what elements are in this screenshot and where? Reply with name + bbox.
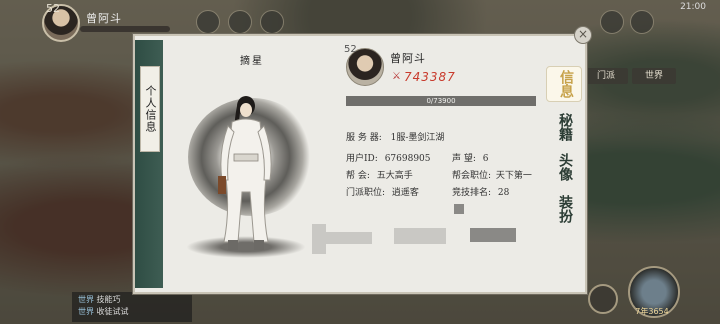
profile-name: 曾阿斗 [390, 52, 426, 65]
redacted-block [470, 228, 516, 242]
redacted-block [312, 224, 326, 254]
clock: 21:00 [680, 2, 706, 12]
tab-personal-info[interactable]: 个人信息 [140, 66, 160, 152]
redacted-block [326, 232, 372, 244]
info-guild: 帮 会: 五大高手 [346, 171, 413, 181]
chat-box[interactable]: 世界 技能巧 世界 收徒试试 [72, 292, 192, 322]
chat-line: 世界 技能巧 [78, 295, 121, 304]
top-menu-icon[interactable] [600, 10, 624, 34]
player-name: 曾阿斗 [86, 12, 122, 25]
chat-line: 世界 收徒试试 [78, 307, 129, 316]
tab-secret-manual[interactable]: 秘籍 [546, 112, 580, 142]
info-guild-role: 帮会职位: 天下第一 [452, 171, 532, 181]
main-character-label: 7年3654 [635, 307, 669, 316]
tab-avatar[interactable]: 头像 [546, 152, 580, 182]
action-button[interactable] [588, 284, 618, 314]
exp-bar: 0/73900 [346, 96, 536, 106]
info-user-id: 用户ID: 67698905 [346, 154, 431, 164]
info-server: 服 务 器: 1服-墨剑江湖 [346, 133, 445, 143]
top-menu-icon[interactable] [630, 10, 654, 34]
info-sect-role: 门派职位: 逍遥客 [346, 188, 419, 198]
combat-power: 743387 [404, 70, 456, 84]
profile-level: 52 [344, 44, 357, 55]
sect-button[interactable]: 门派 [584, 68, 628, 84]
info-arena-rank: 竞技排名: 28 [452, 188, 510, 198]
info-fame: 声 望: 6 [452, 154, 489, 164]
exp-text: 0/73900 [426, 97, 456, 105]
tab-outfit[interactable]: 装扮 [546, 194, 580, 224]
redacted-block [454, 204, 464, 214]
top-menu-icon[interactable] [260, 10, 284, 34]
close-button[interactable]: × [574, 26, 592, 44]
top-menu-icon[interactable] [228, 10, 252, 34]
character-figure [218, 96, 272, 250]
character-title: 摘星 [240, 56, 264, 67]
redacted-block [394, 228, 446, 244]
swords-icon: ⚔ [392, 71, 401, 82]
player-hp-bar [80, 26, 170, 32]
player-level: 52 [46, 2, 60, 15]
top-menu-icon[interactable] [196, 10, 220, 34]
world-button[interactable]: 世界 [632, 68, 676, 84]
tab-info[interactable]: 信息 [546, 66, 582, 102]
